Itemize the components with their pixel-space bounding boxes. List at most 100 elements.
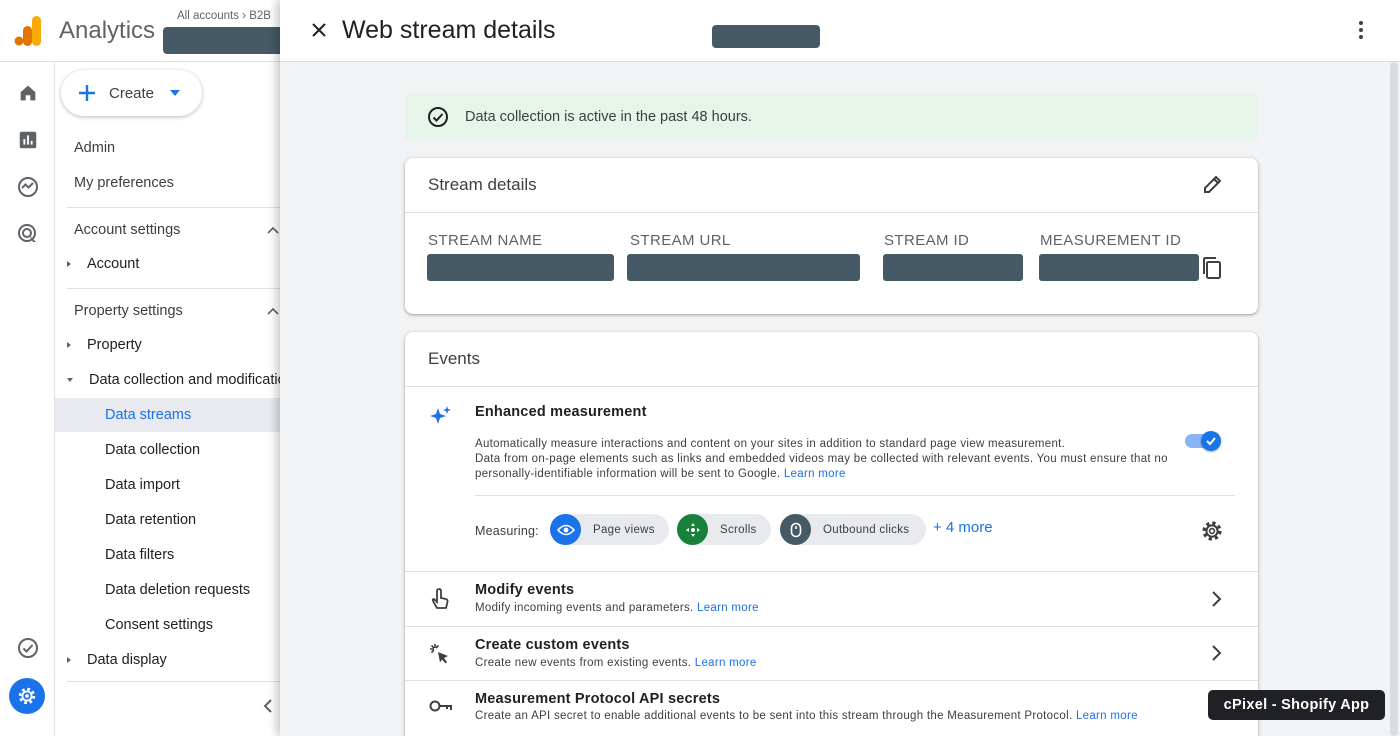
measurement-protocol-desc-text: Create an API secret to enable additiona… <box>475 710 1073 722</box>
enhanced-measurement-learn-more-link[interactable]: Learn more <box>784 468 846 480</box>
panel-scrollbar[interactable] <box>1388 62 1400 736</box>
events-header: Events <box>405 332 1258 387</box>
enhanced-measurement-note-text: personally-identifiable information will… <box>475 468 781 480</box>
chip-scrolls: Scrolls <box>677 514 771 545</box>
divider <box>67 288 285 289</box>
stream-url-value-redacted <box>627 254 860 281</box>
create-custom-events-desc: Create new events from existing events. … <box>475 657 757 669</box>
chip-outbound-clicks: Outbound clicks <box>780 514 926 545</box>
chip-outbound-clicks-label: Outbound clicks <box>823 523 910 536</box>
app-name: Analytics <box>59 17 156 44</box>
divider <box>67 681 285 682</box>
modify-events-learn-more-link[interactable]: Learn more <box>697 602 759 614</box>
nav-data-filters[interactable]: Data filters <box>105 538 174 572</box>
data-collection-status-banner: Data collection is active in the past 48… <box>405 94 1258 140</box>
insights-icon[interactable] <box>14 634 42 662</box>
measurement-id-value-redacted <box>1039 254 1199 281</box>
nav-data-import[interactable]: Data import <box>105 468 180 502</box>
copy-icon[interactable] <box>1201 256 1223 280</box>
enhanced-measurement-settings-gear-icon[interactable] <box>1200 519 1224 543</box>
create-custom-events-row[interactable]: Create custom events Create new events f… <box>405 626 1258 680</box>
nav-data-display[interactable]: Data display <box>67 643 167 677</box>
check-circle-icon <box>428 107 448 127</box>
chevron-up-icon <box>267 226 279 234</box>
nav-account[interactable]: Account <box>67 247 139 281</box>
enhanced-measurement-title: Enhanced measurement <box>475 404 647 420</box>
target-icon[interactable] <box>14 220 42 248</box>
create-button[interactable]: Create <box>61 70 202 116</box>
enhanced-measurement-toggle[interactable] <box>1185 431 1221 451</box>
chip-page-views: Page views <box>550 514 669 545</box>
explore-icon[interactable] <box>14 173 42 201</box>
create-custom-events-learn-more-link[interactable]: Learn more <box>695 657 757 669</box>
more-options-icon[interactable] <box>1351 18 1371 42</box>
nav-property[interactable]: Property <box>67 328 142 362</box>
measurement-protocol-api-secrets-row[interactable]: Measurement Protocol API secrets Create … <box>405 680 1258 736</box>
scroll-arrows-icon <box>677 514 708 545</box>
mouse-icon <box>780 514 811 545</box>
stream-url-label: STREAM URL <box>630 232 731 249</box>
panel-header: Web stream details <box>280 0 1400 62</box>
expand-arrow-icon <box>67 342 71 348</box>
chevron-right-icon[interactable] <box>1210 590 1222 608</box>
chevron-up-icon <box>267 307 279 315</box>
account-selector-redacted[interactable] <box>163 27 284 54</box>
nav-consent-settings[interactable]: Consent settings <box>105 608 213 642</box>
web-stream-details-panel: Web stream details Data collection is ac… <box>280 0 1400 736</box>
home-icon[interactable] <box>14 79 42 107</box>
create-custom-events-title: Create custom events <box>475 637 630 653</box>
bar-chart-icon[interactable] <box>14 126 42 154</box>
chevron-right-icon[interactable] <box>1210 644 1222 662</box>
stream-name-redacted <box>712 25 820 48</box>
expand-arrow-icon <box>67 261 71 267</box>
collapse-arrow-icon <box>67 378 73 382</box>
account-breadcrumb[interactable]: All accounts › B2B <box>177 10 271 22</box>
events-card: Events Enhanced measurement Automaticall… <box>405 332 1258 736</box>
divider <box>67 207 285 208</box>
nav-data-collection-and-modifications[interactable]: Data collection and modifications <box>67 363 285 397</box>
gear-icon[interactable] <box>9 678 45 714</box>
nav-my-preferences[interactable]: My preferences <box>74 166 174 200</box>
nav-property-settings-label: Property settings <box>74 303 183 319</box>
nav-data-retention[interactable]: Data retention <box>105 503 196 537</box>
modify-events-desc-text: Modify incoming events and parameters. <box>475 602 694 614</box>
measurement-protocol-title: Measurement Protocol API secrets <box>475 691 721 707</box>
stream-id-label: STREAM ID <box>884 232 970 249</box>
nav-data-deletion-requests[interactable]: Data deletion requests <box>105 573 250 607</box>
dropdown-arrow-icon <box>170 90 181 96</box>
collapse-nav-icon[interactable] <box>258 696 278 716</box>
nav-data-collection-mod-label: Data collection and modifications <box>89 372 285 388</box>
more-measurements-link[interactable]: + 4 more <box>933 519 993 536</box>
analytics-logo-icon[interactable] <box>14 16 42 46</box>
stream-id-value-redacted <box>883 254 1023 281</box>
nav-property-settings[interactable]: Property settings <box>74 294 285 328</box>
nav-account-label: Account <box>87 256 140 272</box>
modify-events-title: Modify events <box>475 582 575 598</box>
enhanced-measurement-desc: Automatically measure interactions and c… <box>475 438 1066 450</box>
nav-data-collection[interactable]: Data collection <box>105 433 200 467</box>
stream-details-heading: Stream details <box>428 175 537 194</box>
left-nav-rail <box>0 62 55 736</box>
stream-name-label: STREAM NAME <box>428 232 543 249</box>
edit-pencil-icon[interactable] <box>1202 173 1224 195</box>
measurement-protocol-desc: Create an API secret to enable additiona… <box>475 710 1138 722</box>
cpixel-shopify-badge: cPixel - Shopify App <box>1208 690 1385 720</box>
close-icon[interactable] <box>306 17 332 43</box>
enhanced-measurement-note: Data from on-page elements such as links… <box>475 453 1168 465</box>
nav-admin[interactable]: Admin <box>74 131 115 165</box>
measurement-protocol-learn-more-link[interactable]: Learn more <box>1076 710 1138 722</box>
eye-icon <box>550 514 581 545</box>
plus-icon <box>79 85 95 101</box>
nav-data-streams[interactable]: Data streams <box>55 398 285 432</box>
scrollbar-thumb[interactable] <box>1390 62 1398 736</box>
events-heading: Events <box>428 349 480 368</box>
enhanced-measurement-note-2: personally-identifiable information will… <box>475 468 846 480</box>
nav-account-settings[interactable]: Account settings <box>74 213 285 247</box>
enhanced-measurement-section: Enhanced measurement Automatically measu… <box>405 387 1258 571</box>
nav-data-display-label: Data display <box>87 652 167 668</box>
toggle-check-icon <box>1201 431 1221 451</box>
measuring-label: Measuring: <box>475 524 539 538</box>
modify-events-row[interactable]: Modify events Modify incoming events and… <box>405 571 1258 626</box>
chip-scrolls-label: Scrolls <box>720 523 757 536</box>
chip-page-views-label: Page views <box>593 523 655 536</box>
